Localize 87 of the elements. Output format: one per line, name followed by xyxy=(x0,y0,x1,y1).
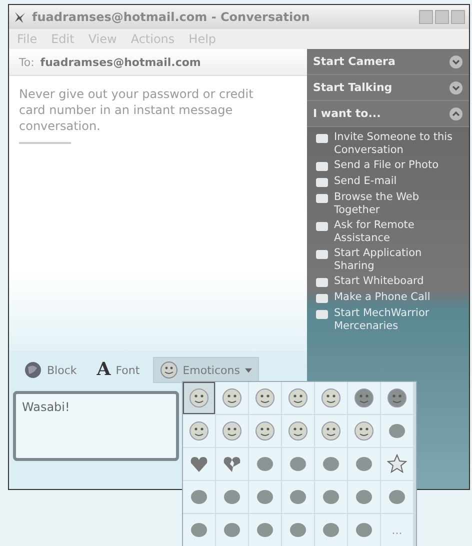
font-icon: A xyxy=(96,361,111,379)
smiley-icon xyxy=(255,388,275,408)
action-icon xyxy=(315,131,329,145)
smiley-icon xyxy=(387,388,407,408)
section-header[interactable]: Start Camera xyxy=(307,49,469,75)
section-header[interactable]: I want to... xyxy=(307,101,469,127)
smiley-icon xyxy=(321,421,341,441)
emoticon-cell[interactable] xyxy=(183,481,215,513)
emoticon-cell[interactable] xyxy=(216,481,248,513)
emoticon-cell[interactable] xyxy=(249,382,281,414)
emoticon-cell[interactable] xyxy=(348,514,380,546)
minimize-button[interactable] xyxy=(419,10,433,24)
emoticon-cell[interactable] xyxy=(348,415,380,447)
emoticon-cell[interactable] xyxy=(249,481,281,513)
toolbar-button[interactable]: Block xyxy=(17,357,84,383)
action-icon xyxy=(315,191,329,205)
recipient-address: fuadramses@hotmail.com xyxy=(40,56,201,68)
emoticon-cell[interactable] xyxy=(381,481,413,513)
emoticon-cell[interactable] xyxy=(282,448,314,480)
emoticon-cell[interactable] xyxy=(216,382,248,414)
to-label: To: xyxy=(19,56,34,68)
window-title: fuadramses@hotmail.com - Conversation xyxy=(32,10,311,24)
emoticon-cell[interactable] xyxy=(282,415,314,447)
more-emoticons-button[interactable]: ... xyxy=(381,514,413,546)
smiley-icon xyxy=(222,421,242,441)
emoticon-cell[interactable] xyxy=(249,415,281,447)
emoticon-cell[interactable] xyxy=(315,382,347,414)
action-icon xyxy=(315,275,329,289)
emoticon-cell[interactable] xyxy=(216,448,248,480)
emoticon-cell[interactable] xyxy=(282,382,314,414)
heart-icon xyxy=(189,454,209,474)
emoticon-cell[interactable] xyxy=(315,415,347,447)
section-header[interactable]: Start Talking xyxy=(307,75,469,101)
emoticon-cell[interactable] xyxy=(183,514,215,546)
emoticon-cell[interactable] xyxy=(315,514,347,546)
smiley-icon xyxy=(222,388,242,408)
action-icon xyxy=(315,307,329,321)
figure-icon xyxy=(13,10,27,24)
emoticon-cell[interactable] xyxy=(348,382,380,414)
smiley-icon xyxy=(189,421,209,441)
emoticon-cell[interactable] xyxy=(216,415,248,447)
emoticon-cell[interactable] xyxy=(381,448,413,480)
message-input[interactable]: Wasabi! xyxy=(13,391,179,461)
emoticon-cell[interactable] xyxy=(216,514,248,546)
broken-heart-icon xyxy=(222,454,242,474)
close-button[interactable] xyxy=(451,10,465,24)
maximize-button[interactable] xyxy=(435,10,449,24)
emoticon-cell[interactable] xyxy=(315,481,347,513)
emoticon-cell[interactable] xyxy=(183,415,215,447)
emoticon-cell[interactable] xyxy=(381,382,413,414)
smiley-icon xyxy=(160,361,178,379)
action-icon xyxy=(315,175,329,189)
smiley-icon xyxy=(189,388,209,408)
emoticon-cell[interactable] xyxy=(183,382,215,414)
emoticon-cell[interactable] xyxy=(348,481,380,513)
emoticon-cell[interactable] xyxy=(315,448,347,480)
smiley-icon xyxy=(354,421,374,441)
caret-icon xyxy=(244,368,252,372)
smiley-icon xyxy=(288,421,308,441)
smiley-icon xyxy=(354,388,374,408)
emoticon-cell[interactable] xyxy=(348,448,380,480)
action-link[interactable]: Send E-mail xyxy=(315,175,465,189)
action-icon xyxy=(315,247,329,261)
emoticon-cell[interactable] xyxy=(249,448,281,480)
action-icon xyxy=(315,219,329,233)
emoticon-cell[interactable] xyxy=(381,415,413,447)
action-link[interactable]: Send a File or Photo xyxy=(315,159,465,173)
toolbar-button[interactable]: A Font xyxy=(90,357,147,383)
safety-notice: Never give out your password or credit card number in an instant message conversation. xyxy=(19,86,254,134)
smiley-icon xyxy=(288,388,308,408)
action-link[interactable]: Ask for Remote Assistance xyxy=(315,219,465,245)
smiley-icon xyxy=(321,388,341,408)
action-link[interactable]: Start MechWarrior Mercenaries xyxy=(315,307,465,333)
emoticon-cell[interactable] xyxy=(282,514,314,546)
action-icon xyxy=(315,159,329,173)
action-icon xyxy=(315,291,329,305)
action-link[interactable]: Start Whiteboard xyxy=(315,275,465,289)
action-link[interactable]: Start Application Sharing xyxy=(315,247,465,273)
action-link[interactable]: Make a Phone Call xyxy=(315,291,465,305)
emoticon-cell[interactable] xyxy=(282,481,314,513)
emoticon-cell[interactable] xyxy=(249,514,281,546)
smiley-icon xyxy=(255,421,275,441)
toolbar-button[interactable]: Emoticons xyxy=(152,357,259,383)
star-icon xyxy=(387,454,407,474)
action-link[interactable]: Browse the Web Together xyxy=(315,191,465,217)
emoticon-cell[interactable] xyxy=(183,448,215,480)
action-link[interactable]: Invite Someone to this Conversation xyxy=(315,131,465,157)
